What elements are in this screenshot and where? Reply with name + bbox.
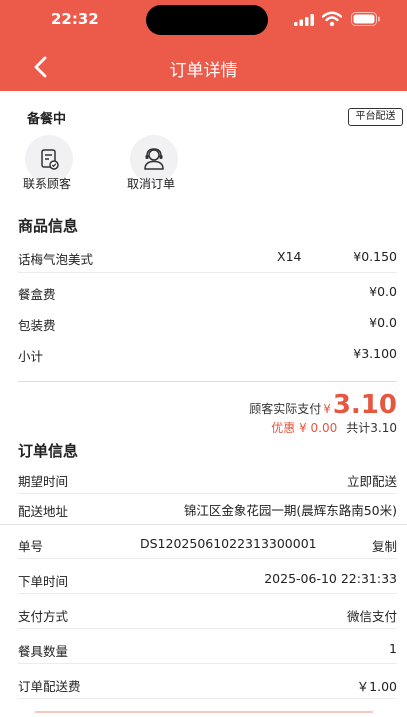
order-time-label: 下单时间 [18,574,69,589]
utensils-value: 1 [389,641,397,656]
contact-customer-label: 联系顾客 [23,177,72,191]
divider [18,493,397,494]
delivery-fee-value: ￥1.00 [356,679,397,694]
battery-icon [351,12,380,26]
expected-time-value: 立即配送 [346,474,397,489]
payment-summary: 优惠 ¥ 0.00 共计3.10 [271,419,397,436]
divider [18,558,397,559]
cancel-order-label: 取消订单 [127,177,176,191]
divider [0,524,407,525]
packing-fee-value: ¥0.0 [369,315,397,330]
total-amount: 共计3.10 [346,421,397,435]
order-number-value: DS12025061022313300001 [140,536,317,551]
wifi-icon [322,11,342,27]
packing-fee-label: 包装费 [18,318,56,333]
utensils-label: 餐具数量 [18,644,69,659]
subtotal-value: ¥3.100 [353,346,397,361]
cancel-order-icon [144,148,164,170]
page-title: 订单详情 [169,61,238,81]
copy-button[interactable]: 复制 [372,536,397,555]
subtotal-label: 小计 [18,349,44,364]
dynamic-island [146,5,268,35]
item-quantity: X14 [277,249,302,264]
address-value: 锦江区金象花园一期(晨辉东路南50米) [183,503,397,518]
currency-symbol: ¥ [323,402,331,416]
actual-payment-amount: 3.10 [332,390,397,420]
divider [18,272,397,273]
divider [18,593,397,594]
app-header: 22:32 订单详情 [0,0,407,91]
order-number-label: 单号 [18,539,44,554]
actual-payment: 顾客实际支付 ¥ 3.10 [249,390,397,420]
divider [18,628,397,629]
pay-method-label: 支付方式 [18,609,69,624]
divider [18,663,397,664]
box-fee-value: ¥0.0 [369,284,397,299]
divider [18,698,397,699]
delivery-type-badge: 平台配送 [348,108,403,126]
actual-payment-label: 顾客实际支付 [249,402,322,416]
contact-customer-icon [41,149,59,170]
address-label: 配送地址 [18,504,69,519]
order-status: 备餐中 [27,112,67,127]
order-time-value: 2025-06-10 22:31:33 [264,571,397,586]
status-time: 22:32 [51,10,99,28]
item-name: 话梅气泡美式 [18,252,94,267]
item-price: ¥0.150 [353,249,397,264]
order-section-title: 订单信息 [18,442,79,460]
bottom-accent-line [35,711,373,713]
pay-method-value: 微信支付 [346,609,397,624]
delivery-fee-label: 订单配送费 [18,679,81,694]
goods-section-title: 商品信息 [18,217,79,235]
discount-amount: 优惠 ¥ 0.00 [271,421,338,435]
signal-icon [294,14,314,26]
box-fee-label: 餐盒费 [18,287,56,302]
expected-time-label: 期望时间 [18,474,69,489]
divider [18,381,397,382]
